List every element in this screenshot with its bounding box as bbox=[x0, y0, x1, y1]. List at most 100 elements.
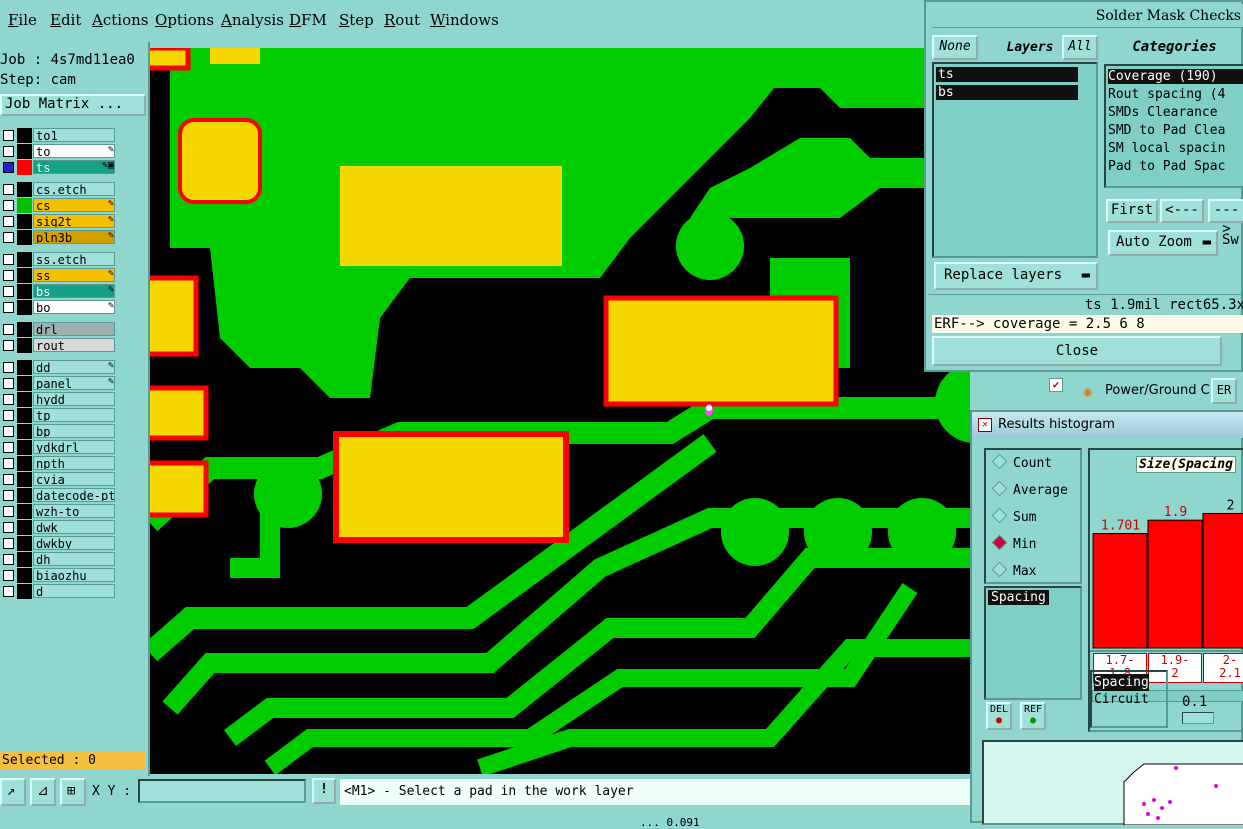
list-item[interactable]: Rout spacing (4 bbox=[1108, 87, 1225, 102]
layer-row[interactable]: to ✎ bbox=[0, 144, 118, 159]
list-item[interactable]: ts bbox=[936, 67, 1078, 82]
layer-checkbox[interactable] bbox=[3, 286, 14, 297]
layer-name[interactable]: cs bbox=[33, 198, 115, 212]
layer-color-swatch[interactable] bbox=[17, 198, 32, 213]
layer-name[interactable]: dh bbox=[33, 552, 115, 566]
layer-row[interactable]: dd ✎ bbox=[0, 360, 118, 375]
layer-row[interactable]: pln3b ✎ bbox=[0, 230, 118, 245]
layer-color-swatch[interactable] bbox=[17, 322, 32, 337]
histogram-bar[interactable] bbox=[1202, 512, 1243, 649]
list-item[interactable]: Spacing bbox=[988, 590, 1049, 605]
layer-name[interactable]: rout bbox=[33, 338, 115, 352]
none-button[interactable]: None bbox=[932, 35, 978, 60]
all-button[interactable]: All bbox=[1062, 35, 1098, 60]
layer-name[interactable]: datecode-pt bbox=[33, 488, 115, 502]
layer-checkbox[interactable] bbox=[3, 146, 14, 157]
list-item[interactable]: Pad to Pad Spac bbox=[1108, 159, 1225, 174]
list-item[interactable]: SM local spacin bbox=[1108, 141, 1225, 156]
layer-row[interactable]: npth bbox=[0, 456, 118, 471]
menu-edit[interactable]: Edit bbox=[50, 11, 81, 29]
layer-checkbox[interactable] bbox=[3, 522, 14, 533]
replace-layers-select[interactable]: Replace layers ▬ bbox=[934, 262, 1098, 290]
layer-checkbox[interactable] bbox=[3, 216, 14, 227]
layer-color-swatch[interactable] bbox=[17, 214, 32, 229]
layer-checkbox[interactable] bbox=[3, 410, 14, 421]
layer-color-swatch[interactable] bbox=[17, 456, 32, 471]
layer-name[interactable]: tp bbox=[33, 408, 115, 422]
layer-color-swatch[interactable] bbox=[17, 338, 32, 353]
layer-color-swatch[interactable] bbox=[17, 408, 32, 423]
layer-row[interactable]: cvia bbox=[0, 472, 118, 487]
histogram-bar[interactable] bbox=[1147, 519, 1203, 649]
radio-max[interactable]: Max bbox=[991, 561, 1036, 579]
layer-color-swatch[interactable] bbox=[17, 584, 32, 599]
layer-checkbox[interactable] bbox=[3, 270, 14, 281]
layer-color-swatch[interactable] bbox=[17, 360, 32, 375]
mini-map[interactable] bbox=[982, 740, 1243, 826]
layer-name[interactable]: dwk bbox=[33, 520, 115, 534]
job-matrix-button[interactable]: Job Matrix ... bbox=[0, 94, 146, 116]
layer-row[interactable]: bp bbox=[0, 424, 118, 439]
layer-row[interactable]: wzh-to bbox=[0, 504, 118, 519]
list-item[interactable]: Coverage (190) bbox=[1108, 69, 1243, 84]
layer-row[interactable]: sig2t ✎ bbox=[0, 214, 118, 229]
layer-color-swatch[interactable] bbox=[17, 376, 32, 391]
layer-name[interactable]: ss.etch bbox=[33, 252, 115, 266]
first-button[interactable]: First bbox=[1106, 199, 1158, 223]
layer-name[interactable]: hydd bbox=[33, 392, 115, 406]
layer-color-swatch[interactable] bbox=[17, 488, 32, 503]
menu-options[interactable]: Options bbox=[155, 11, 214, 29]
layers-list[interactable]: ts bs bbox=[932, 62, 1098, 258]
layer-name[interactable]: ss bbox=[33, 268, 115, 282]
layer-name[interactable]: sig2t bbox=[33, 214, 115, 228]
layer-name[interactable]: to bbox=[33, 144, 115, 158]
xy-input[interactable] bbox=[138, 779, 306, 803]
menu-analysis[interactable]: Analysis bbox=[221, 11, 284, 29]
layer-name[interactable]: ydkdrl bbox=[33, 440, 115, 454]
measure-icon-button[interactable]: ⊿ bbox=[30, 778, 56, 806]
layer-color-swatch[interactable] bbox=[17, 552, 32, 567]
layer-checkbox[interactable] bbox=[3, 394, 14, 405]
layer-checkbox[interactable] bbox=[3, 340, 14, 351]
layer-row[interactable]: ss.etch bbox=[0, 252, 118, 267]
layer-color-swatch[interactable] bbox=[17, 440, 32, 455]
layer-checkbox[interactable] bbox=[3, 200, 14, 211]
auto-zoom-select[interactable]: Auto Zoom ▬ bbox=[1108, 230, 1218, 256]
layer-row[interactable]: cs ✎ bbox=[0, 198, 118, 213]
layer-color-swatch[interactable] bbox=[17, 424, 32, 439]
layer-name[interactable]: cs.etch bbox=[33, 182, 115, 196]
radio-sum[interactable]: Sum bbox=[991, 507, 1036, 525]
layer-color-swatch[interactable] bbox=[17, 520, 32, 535]
layer-checkbox[interactable] bbox=[3, 362, 14, 373]
layer-checkbox[interactable] bbox=[3, 162, 14, 173]
layer-name[interactable]: npth bbox=[33, 456, 115, 470]
radio-average[interactable]: Average bbox=[991, 480, 1068, 498]
histogram-bar[interactable] bbox=[1092, 533, 1148, 649]
layer-color-swatch[interactable] bbox=[17, 392, 32, 407]
menu-file[interactable]: File bbox=[8, 11, 37, 29]
list-item[interactable]: bs bbox=[936, 85, 1078, 100]
layer-color-swatch[interactable] bbox=[17, 128, 32, 143]
close-icon[interactable]: ✕ bbox=[978, 418, 992, 432]
layer-color-swatch[interactable] bbox=[17, 252, 32, 267]
ref-button[interactable]: REF ● bbox=[1020, 702, 1046, 730]
layer-checkbox[interactable] bbox=[3, 426, 14, 437]
layer-color-swatch[interactable] bbox=[17, 230, 32, 245]
menu-actions[interactable]: Actions bbox=[92, 11, 148, 29]
del-button[interactable]: DEL ● bbox=[986, 702, 1012, 730]
layer-row[interactable]: dwk bbox=[0, 520, 118, 535]
layer-row[interactable]: rout bbox=[0, 338, 118, 353]
menu-dfm[interactable]: DFM bbox=[289, 11, 327, 29]
layer-checkbox[interactable] bbox=[3, 324, 14, 335]
check-icon[interactable]: ✔ bbox=[1049, 378, 1063, 392]
layer-color-swatch[interactable] bbox=[17, 284, 32, 299]
layer-checkbox[interactable] bbox=[3, 490, 14, 501]
zoom-fit-icon-button[interactable]: ↗ bbox=[0, 778, 26, 806]
layer-name[interactable]: bo bbox=[33, 300, 115, 314]
layer-checkbox[interactable] bbox=[3, 538, 14, 549]
layer-name[interactable]: dd bbox=[33, 360, 115, 374]
list-item[interactable]: SMDs Clearance bbox=[1108, 105, 1218, 120]
layer-name[interactable]: bp bbox=[33, 424, 115, 438]
layer-color-swatch[interactable] bbox=[17, 160, 32, 175]
layer-row[interactable]: panel ✎ bbox=[0, 376, 118, 391]
